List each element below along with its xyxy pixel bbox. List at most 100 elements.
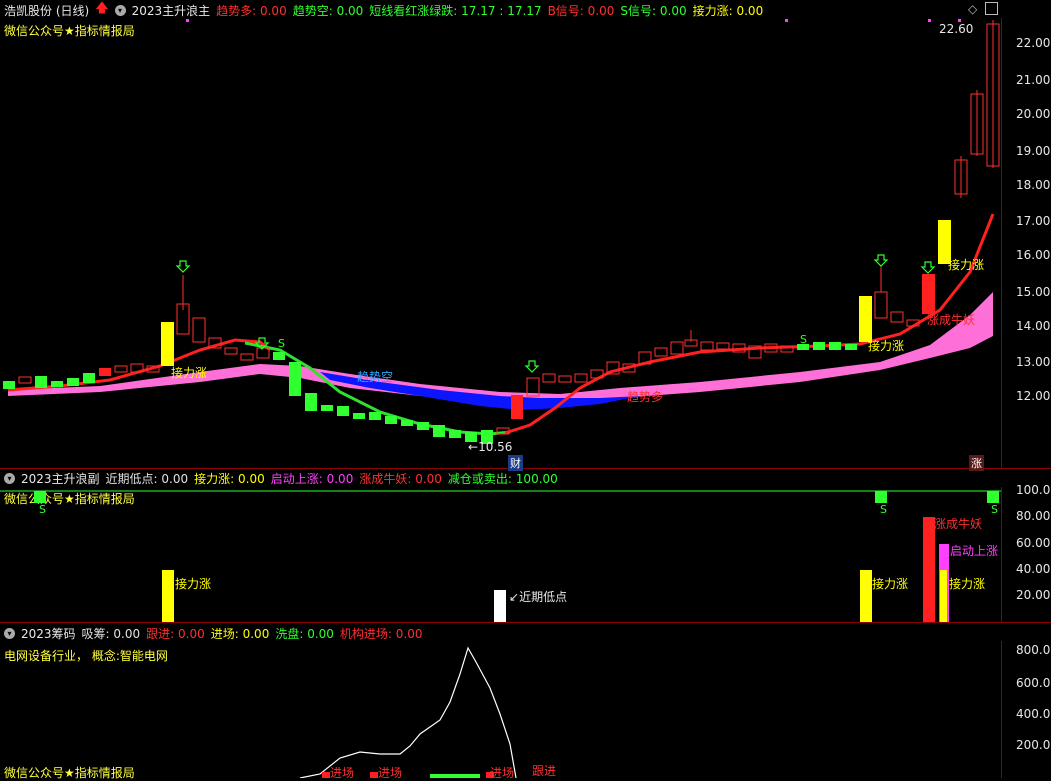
candle-red: [922, 274, 935, 314]
candle: [654, 347, 668, 357]
yellow-bar: [860, 570, 872, 622]
y-label: 20.00: [1016, 588, 1051, 602]
candle: [273, 352, 285, 360]
white-volume-line: [299, 646, 517, 778]
white-bar: [494, 590, 506, 622]
y-label: 18.00: [1016, 178, 1051, 192]
relay-up-label: 接力涨: [171, 366, 208, 380]
candle: [700, 341, 714, 351]
candle: [670, 341, 684, 355]
relay-up-label: 接力涨: [175, 577, 212, 591]
candle: [845, 344, 857, 350]
relay-up-label: 接力涨: [949, 577, 986, 591]
follow-label: 跟进: [532, 764, 557, 778]
main-chart[interactable]: [0, 0, 1001, 468]
candle: [224, 347, 238, 355]
s-signal-label: S: [39, 503, 46, 516]
y-label: 100.0: [1016, 483, 1051, 497]
candle-yellow: [161, 322, 174, 366]
candle: [289, 362, 301, 396]
enter-label: 进场: [490, 766, 515, 780]
y-label: 80.00: [1016, 509, 1051, 523]
y-label: 21.00: [1016, 73, 1051, 87]
candle: [433, 425, 445, 437]
candle: [558, 375, 572, 383]
high-price-label: 22.60: [939, 22, 974, 36]
candle: [716, 342, 730, 350]
candle: [192, 317, 206, 343]
candle: [890, 311, 904, 323]
red-bar: [923, 517, 935, 622]
y-label: 40.00: [1016, 562, 1051, 576]
s-signal-label: S: [880, 503, 887, 516]
yellow-bar: [162, 570, 174, 622]
enter-label: 进场: [378, 766, 403, 780]
candle: [574, 373, 588, 383]
candle: [337, 406, 349, 416]
y-label: 14.00: [1016, 319, 1051, 333]
candle: [18, 376, 32, 384]
candle: [305, 393, 317, 411]
candle: [542, 373, 556, 383]
y-label: 16.00: [1016, 248, 1051, 262]
candle: [401, 420, 413, 426]
monster-label: 涨成牛妖: [934, 517, 983, 531]
low-price-label: ←10.56: [468, 440, 513, 454]
green-block: [987, 491, 999, 503]
relay-up-label: 接力涨: [872, 577, 909, 591]
relay-up-label: 接力涨: [868, 339, 905, 353]
candle: [240, 353, 254, 361]
y-label: 200.0: [1016, 738, 1051, 752]
s-signal-label: S: [278, 337, 285, 350]
candle: [114, 365, 128, 373]
main-axis-line: [1001, 18, 1002, 468]
monster-label: 涨成牛妖: [927, 313, 976, 327]
candle: [417, 422, 429, 430]
top-dots: [186, 19, 961, 22]
sub1-chart[interactable]: [0, 469, 1001, 622]
candle: [321, 405, 333, 411]
y-label: 13.00: [1016, 355, 1051, 369]
sub1-axis-line: [1001, 487, 1002, 622]
candle: [385, 416, 397, 424]
green-block: [34, 491, 46, 503]
y-label: 600.0: [1016, 676, 1051, 690]
trend-short-label: 趋势空: [357, 370, 394, 384]
y-label: 800.0: [1016, 643, 1051, 657]
candle: [51, 381, 63, 387]
recent-low-label: ↙近期低点: [509, 590, 568, 604]
separator-2: [0, 622, 1051, 623]
candle-yellow: [859, 296, 872, 342]
y-label: 60.00: [1016, 536, 1051, 550]
down-arrow-icon: [175, 254, 936, 373]
y-label: 19.00: [1016, 144, 1051, 158]
y-label: 12.00: [1016, 389, 1051, 403]
candle: [874, 291, 888, 319]
candle: [813, 342, 825, 350]
trend-long-label: 趋势多: [627, 390, 664, 404]
candle: [99, 368, 111, 376]
candle: [3, 381, 15, 389]
y-label: 400.0: [1016, 707, 1051, 721]
candle: [829, 342, 841, 350]
s-signal-label: S: [991, 503, 998, 516]
candle: [353, 413, 365, 419]
y-label: 22.00: [1016, 36, 1051, 50]
enter-label: 进场: [330, 766, 355, 780]
candle: [449, 430, 461, 438]
start-up-label: 启动上涨: [950, 544, 999, 558]
yellow-bar: [940, 570, 947, 622]
y-label: 17.00: [1016, 214, 1051, 228]
candle: [35, 376, 47, 388]
green-block: [875, 491, 887, 503]
sub2-chart[interactable]: [0, 624, 1001, 778]
sub2-axis-line: [1001, 641, 1002, 778]
candle: [83, 373, 95, 383]
y-label: 20.00: [1016, 107, 1051, 121]
candle-red: [511, 395, 523, 419]
candle: [369, 412, 381, 420]
y-label: 15.00: [1016, 285, 1051, 299]
relay-up-label: 接力涨: [948, 258, 985, 272]
s-signal-label: S: [800, 333, 807, 346]
candle: [67, 378, 79, 386]
